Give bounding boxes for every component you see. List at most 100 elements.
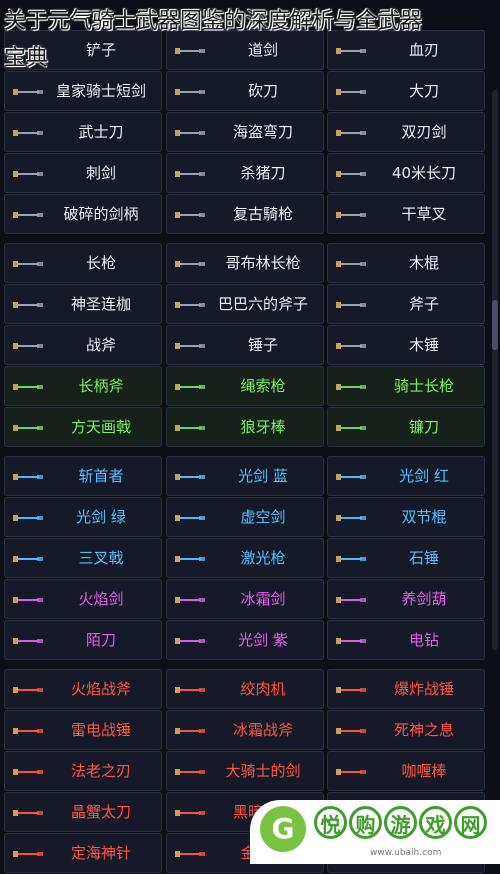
weapon-icon <box>334 166 368 182</box>
weapon-cell[interactable]: 绞肉机 <box>166 669 324 709</box>
weapon-row: 法老之刃 大骑士的剑 咖喱棒 <box>0 751 500 792</box>
weapon-name: 神圣连枷 <box>70 295 131 313</box>
weapon-icon <box>334 297 368 313</box>
weapon-cell[interactable]: 三叉戟 <box>4 538 162 578</box>
weapon-row: 三叉戟 激光枪 石锤 <box>0 538 500 579</box>
weapon-cell[interactable]: 咖喱棒 <box>327 751 485 791</box>
weapon-name: 光剑 红 <box>399 467 449 485</box>
weapon-icon <box>173 166 207 182</box>
weapon-name: 狼牙棒 <box>240 418 286 436</box>
weapon-cell[interactable]: 战斧 <box>4 325 162 365</box>
weapon-cell[interactable]: 火焰剑 <box>4 579 162 619</box>
weapon-name: 冰霜剑 <box>240 590 286 608</box>
weapon-cell[interactable]: 骑士长枪 <box>327 366 485 406</box>
weapon-cell[interactable]: 干草叉 <box>327 194 485 234</box>
weapon-icon <box>11 510 45 526</box>
weapon-cell[interactable]: 定海神针 <box>4 833 162 873</box>
weapon-cell[interactable]: 法老之刃 <box>4 751 162 791</box>
watermark-char: 游 <box>384 806 417 839</box>
weapon-icon <box>11 469 45 485</box>
weapon-name: 咖喱棒 <box>401 762 447 780</box>
weapon-cell[interactable]: 爆炸战锤 <box>327 669 485 709</box>
scrollbar-thumb[interactable] <box>492 300 498 350</box>
weapon-cell[interactable]: 光剑 绿 <box>4 497 162 537</box>
weapon-cell[interactable]: 武士刀 <box>4 112 162 152</box>
weapon-cell[interactable]: 斩首者 <box>4 456 162 496</box>
scrollbar[interactable] <box>492 90 498 650</box>
weapon-icon <box>173 469 207 485</box>
weapon-cell[interactable]: 绳索枪 <box>166 366 324 406</box>
weapon-icon <box>173 256 207 272</box>
weapon-name: 晶蟹太刀 <box>70 803 131 821</box>
weapon-name: 长柄斧 <box>78 377 124 395</box>
weapon-cell[interactable]: 双节棍 <box>327 497 485 537</box>
weapon-cell[interactable]: 虚空剑 <box>166 497 324 537</box>
weapon-row: 火焰战斧 绞肉机 爆炸战锤 <box>0 669 500 710</box>
weapon-name: 双节棍 <box>401 508 447 526</box>
weapon-name: 爆炸战锤 <box>393 680 454 698</box>
weapon-icon <box>334 469 368 485</box>
weapon-cell[interactable]: 火焰战斧 <box>4 669 162 709</box>
weapon-cell[interactable]: 木锤 <box>327 325 485 365</box>
weapon-icon <box>11 207 45 223</box>
weapon-cell[interactable]: 木棍 <box>327 243 485 283</box>
weapon-name: 激光枪 <box>240 549 286 567</box>
weapon-cell[interactable]: 光剑 红 <box>327 456 485 496</box>
weapon-cell[interactable]: 双刃剑 <box>327 112 485 152</box>
weapon-icon <box>11 256 45 272</box>
weapon-icon <box>11 682 45 698</box>
weapon-cell[interactable]: 狼牙棒 <box>166 407 324 447</box>
weapon-cell[interactable]: 刺剑 <box>4 153 162 193</box>
weapon-cell[interactable]: 杀猪刀 <box>166 153 324 193</box>
weapon-name: 复古騎枪 <box>232 205 293 223</box>
weapon-row: 武士刀 海盗弯刀 双刃剑 <box>0 112 500 153</box>
weapon-cell[interactable]: 陌刀 <box>4 620 162 660</box>
weapon-cell[interactable]: 死神之息 <box>327 710 485 750</box>
weapon-cell[interactable]: 巴巴六的斧子 <box>166 284 324 324</box>
weapon-name: 火焰剑 <box>78 590 124 608</box>
weapon-row: 斩首者 光剑 蓝 光剑 红 <box>0 456 500 497</box>
weapon-cell[interactable]: 电钻 <box>327 620 485 660</box>
weapon-icon <box>11 379 45 395</box>
weapon-cell[interactable]: 锤子 <box>166 325 324 365</box>
weapon-cell[interactable]: 光剑 蓝 <box>166 456 324 496</box>
weapon-row: 刺剑 杀猪刀 40米长刀 <box>0 153 500 194</box>
weapon-icon <box>173 764 207 780</box>
weapon-cell[interactable]: 长枪 <box>4 243 162 283</box>
weapon-cell[interactable]: 冰霜战斧 <box>166 710 324 750</box>
weapon-cell[interactable]: 斧子 <box>327 284 485 324</box>
weapon-icon <box>173 846 207 862</box>
watermark-char: 购 <box>349 806 382 839</box>
weapon-cell[interactable]: 方天画戟 <box>4 407 162 447</box>
weapon-cell[interactable]: 晶蟹太刀 <box>4 792 162 832</box>
weapon-icon <box>334 84 368 100</box>
weapon-name: 木锤 <box>408 336 439 354</box>
weapon-cell[interactable]: 破碎的剑柄 <box>4 194 162 234</box>
weapon-icon <box>11 420 45 436</box>
weapon-cell[interactable]: 冰霜剑 <box>166 579 324 619</box>
weapon-cell[interactable]: 光剑 紫 <box>166 620 324 660</box>
weapon-name: 长枪 <box>85 254 116 272</box>
weapon-cell[interactable]: 长柄斧 <box>4 366 162 406</box>
weapon-name: 哥布林长枪 <box>225 254 301 272</box>
weapon-cell[interactable]: 神圣连枷 <box>4 284 162 324</box>
weapon-cell[interactable]: 海盗弯刀 <box>166 112 324 152</box>
article-title: 关于元气骑士武器图鉴的深度解析与全武器 宝典 <box>0 0 500 80</box>
weapon-cell[interactable]: 镰刀 <box>327 407 485 447</box>
weapon-cell[interactable]: 40米长刀 <box>327 153 485 193</box>
weapon-row: 战斧 锤子 木锤 <box>0 325 500 366</box>
weapon-cell[interactable]: 养剑葫 <box>327 579 485 619</box>
weapon-cell[interactable]: 大骑士的剑 <box>166 751 324 791</box>
weapon-row: 方天画戟 狼牙棒 镰刀 <box>0 407 500 448</box>
weapon-name: 陌刀 <box>85 631 116 649</box>
weapon-name: 虚空剑 <box>240 508 286 526</box>
weapon-cell[interactable]: 石锤 <box>327 538 485 578</box>
weapon-cell[interactable]: 激光枪 <box>166 538 324 578</box>
weapon-cell[interactable]: 雷电战锤 <box>4 710 162 750</box>
weapon-cell[interactable]: 哥布林长枪 <box>166 243 324 283</box>
weapon-icon <box>11 297 45 313</box>
weapon-cell[interactable]: 复古騎枪 <box>166 194 324 234</box>
weapon-name: 雷电战锤 <box>70 721 131 739</box>
weapon-name: 定海神针 <box>70 844 131 862</box>
weapon-name: 骑士长枪 <box>393 377 454 395</box>
